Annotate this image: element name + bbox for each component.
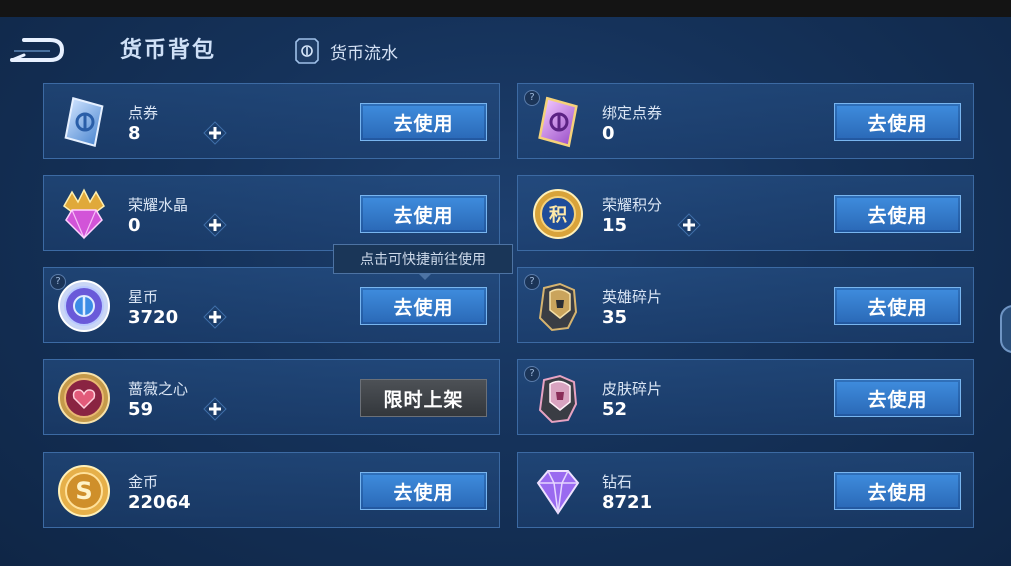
currency-name: 荣耀积分 [602, 196, 663, 214]
diamond-icon [536, 470, 580, 515]
use-button[interactable]: 去使用 [834, 195, 961, 233]
currency-card-skin-fragment: ? 皮肤碎片 52 去使用 [517, 359, 974, 435]
currency-name: 绑定点券 [602, 104, 663, 122]
add-icon[interactable] [677, 213, 701, 237]
currency-flow-link[interactable]: 货币流水 [294, 37, 398, 65]
use-button[interactable]: 去使用 [834, 287, 961, 325]
currency-amount: 8721 [602, 492, 653, 513]
currency-card-diamond: 钻石 8721 去使用 [517, 452, 974, 528]
currency-card-bound-coupon: ? 绑定点券 0 去使用 [517, 83, 974, 159]
currency-card-gold-coin: S 金币 22064 去使用 [43, 452, 500, 528]
use-button[interactable]: 去使用 [360, 287, 487, 325]
currency-card-glory-points: 积 荣耀积分 15 去使用 [517, 175, 974, 251]
add-icon[interactable] [203, 121, 227, 145]
back-arrow-icon[interactable] [10, 33, 65, 65]
bound-ticket-icon [538, 96, 578, 148]
svg-text:S: S [75, 477, 92, 505]
page-title: 货币背包 [120, 38, 217, 63]
currency-name: 金币 [128, 473, 159, 491]
currency-card-rose-heart: 蔷薇之心 59 限时上架 [43, 359, 500, 435]
gold-coin-icon: S [58, 465, 110, 517]
currency-card-glory-crystal: 荣耀水晶 0 去使用 [43, 175, 500, 251]
star-coin-icon [58, 280, 110, 332]
skin-fragment-icon [538, 374, 578, 424]
rose-heart-icon [58, 372, 110, 424]
currency-name: 蔷薇之心 [128, 380, 189, 398]
top-status-bar [0, 0, 1011, 17]
currency-card-hero-fragment: ? 英雄碎片 35 去使用 [517, 267, 974, 343]
currency-amount: 35 [602, 307, 628, 328]
use-button[interactable]: 去使用 [360, 103, 487, 141]
quick-use-tooltip: 点击可快捷前往使用 [333, 244, 513, 280]
points-icon: 积 [533, 189, 583, 239]
flow-record-icon [295, 38, 319, 64]
add-icon[interactable] [203, 397, 227, 421]
currency-name: 荣耀水晶 [128, 196, 189, 214]
svg-text:积: 积 [549, 205, 567, 226]
currency-name: 英雄碎片 [602, 288, 663, 306]
hero-fragment-icon [538, 282, 578, 332]
use-button[interactable]: 去使用 [834, 103, 961, 141]
currency-amount: 0 [128, 215, 141, 236]
use-button[interactable]: 去使用 [834, 472, 961, 510]
side-handle[interactable] [1000, 305, 1011, 353]
use-button[interactable]: 去使用 [360, 472, 487, 510]
currency-amount: 59 [128, 399, 154, 420]
currency-name: 点券 [128, 104, 159, 122]
currency-name: 钻石 [602, 473, 633, 491]
currency-amount: 15 [602, 215, 628, 236]
ticket-icon [64, 97, 104, 147]
currency-name: 皮肤碎片 [602, 380, 663, 398]
currency-card-coupon: 点券 8 去使用 [43, 83, 500, 159]
add-icon[interactable] [203, 213, 227, 237]
use-button[interactable]: 去使用 [360, 195, 487, 233]
currency-amount: 3720 [128, 307, 179, 328]
limited-time-button[interactable]: 限时上架 [360, 379, 487, 417]
currency-flow-label: 货币流水 [330, 43, 398, 64]
crystal-icon [63, 188, 105, 240]
add-icon[interactable] [203, 305, 227, 329]
currency-amount: 22064 [128, 492, 191, 513]
use-button[interactable]: 去使用 [834, 379, 961, 417]
currency-amount: 8 [128, 123, 141, 144]
currency-name: 星币 [128, 288, 159, 306]
currency-amount: 52 [602, 399, 628, 420]
currency-amount: 0 [602, 123, 615, 144]
